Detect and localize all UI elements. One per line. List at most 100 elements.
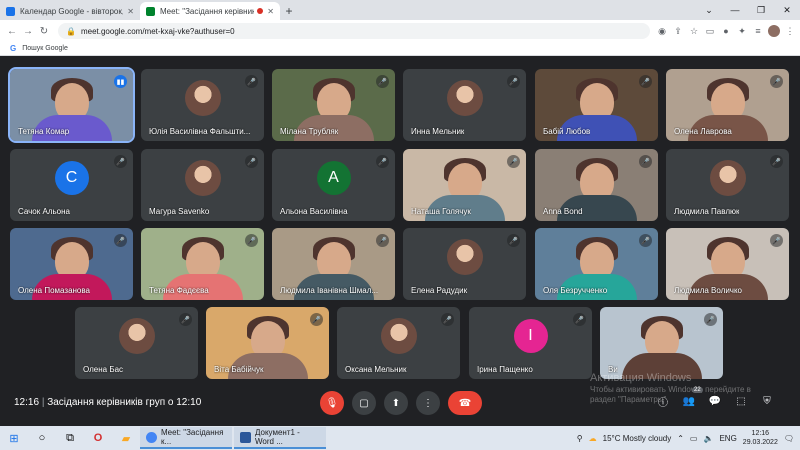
search-icon[interactable]: ○ [28, 426, 56, 450]
bookmark-google-search[interactable]: Пошук Google [22, 45, 68, 52]
participant-tile[interactable]: A 🎤 Альона Василівна [272, 149, 395, 221]
participant-tile[interactable]: ▮▮ Тетяна Комар [8, 67, 135, 143]
menu-icon[interactable]: ⋮ [784, 25, 796, 37]
participant-profile-photo [118, 317, 155, 354]
mic-muted-icon: 🎤 [639, 75, 652, 88]
zoom-icon[interactable]: ▭ [704, 25, 716, 37]
network-icon[interactable]: ▭ [690, 434, 698, 443]
speaking-indicator-icon: ▮▮ [114, 75, 127, 88]
mic-muted-icon: 🎤 [114, 234, 127, 247]
camera-toggle-button[interactable]: ▢ [352, 391, 376, 415]
mic-toggle-button[interactable]: 🎙 [320, 391, 344, 415]
google-icon: G [10, 44, 17, 53]
taskbar-app-label: Документ1 - Word ... [255, 428, 300, 446]
reload-icon[interactable]: ↻ [36, 26, 52, 37]
participant-tile[interactable]: C 🎤 Сачок Альона [10, 149, 133, 221]
mic-muted-icon: 🎤 [507, 234, 520, 247]
minimize-icon[interactable]: — [722, 0, 748, 20]
participant-name: Людмила Воличко [674, 286, 743, 295]
people-icon[interactable]: 👥 [682, 394, 696, 408]
participant-name: Мілана Трубляк [280, 127, 339, 136]
participant-name: Магура Savenko [149, 207, 210, 216]
participant-tile[interactable]: 🎤 Anna Bond [535, 149, 658, 221]
participant-tile[interactable]: I 🎤 Ірина Пащенко [469, 307, 592, 379]
recording-icon [257, 8, 264, 14]
clock[interactable]: 12:16 29.03.2022 [743, 429, 778, 447]
maximize-icon[interactable]: ❐ [748, 0, 774, 20]
puzzle-icon[interactable]: ✦ [736, 25, 748, 37]
reading-list-icon[interactable]: ≡ [752, 25, 764, 37]
participant-name: Віта Бабійчук [214, 365, 264, 374]
mic-muted-icon: 🎤 [376, 234, 389, 247]
taskbar-app-chrome[interactable]: Meet: "Засідання к... [140, 427, 232, 449]
chat-icon[interactable]: 💬 [708, 394, 722, 408]
participant-tile[interactable]: 🎤 Олена Помазанова [10, 228, 133, 300]
participant-name: Людмила Павлюк [674, 207, 740, 216]
forward-icon[interactable]: → [20, 26, 36, 37]
windows-taskbar: ⊞ ○ ⧉ O ▰ Meet: "Засідання к... Документ… [0, 426, 800, 450]
lock-icon[interactable]: 🔒 [66, 27, 76, 36]
mic-muted-icon: 🎤 [245, 234, 258, 247]
back-icon[interactable]: ← [4, 26, 20, 37]
share-icon[interactable]: ⇪ [672, 25, 684, 37]
show-hidden-icons-icon[interactable]: ⌃ [677, 434, 684, 443]
task-view-icon[interactable]: ⧉ [56, 426, 84, 450]
participant-tile[interactable]: 🎤 Оля Безручченко [535, 228, 658, 300]
participant-tile[interactable]: 🎤 Юлія Василівна Фальшти... [141, 69, 264, 141]
opera-icon[interactable]: O [84, 426, 112, 450]
participant-tile[interactable]: 🎤 Віта Бабійчук [206, 307, 329, 379]
camera-permission-icon[interactable]: ◉ [656, 25, 668, 37]
info-icon[interactable]: ⓘ [656, 394, 670, 409]
windows-start-icon[interactable]: ⊞ [0, 426, 28, 450]
host-controls-icon[interactable]: ⛨ [760, 394, 774, 408]
extension-icon[interactable]: ● [720, 25, 732, 37]
mic-muted-icon: 🎤 [376, 155, 389, 168]
participant-tile[interactable]: 🎤 Бабій Любов [535, 69, 658, 141]
participant-profile-photo [184, 159, 221, 196]
participant-tile[interactable]: 🎤 Людмила Воличко [666, 228, 789, 300]
present-button[interactable]: ⬆ [384, 391, 408, 415]
participant-initial-avatar: I [513, 318, 548, 353]
more-options-button[interactable]: ⋮ [416, 391, 440, 415]
close-window-icon[interactable]: ✕ [774, 0, 800, 20]
participant-tile[interactable]: 🎤 Олена Лаврова [666, 69, 789, 141]
close-icon[interactable]: ✕ [267, 7, 274, 16]
new-tab-button[interactable]: + [280, 2, 298, 20]
people-tray-icon[interactable]: ⚲ [577, 434, 583, 443]
volume-icon[interactable]: 🔈 [703, 434, 713, 443]
tab-calendar[interactable]: Календар Google - вівторок, 29 ✕ [0, 2, 140, 20]
file-explorer-icon[interactable]: ▰ [112, 426, 140, 450]
participant-tile[interactable]: 🎤 Олена Бас [75, 307, 198, 379]
tab-search-icon[interactable]: ⌄ [696, 0, 722, 20]
mic-muted-icon: 🎤 [114, 155, 127, 168]
call-controls: 🎙 ▢ ⬆ ⋮ ☎ [320, 391, 482, 415]
participant-tile[interactable]: 🎤 Людмила Іванівна Шмал... [272, 228, 395, 300]
participant-tile[interactable]: 🎤 Людмила Павлюк [666, 149, 789, 221]
participant-name: Оля Безручченко [543, 286, 608, 295]
participant-tile[interactable]: 🎤 Елена Радудик [403, 228, 526, 300]
language-indicator[interactable]: ENG [719, 434, 736, 443]
notifications-icon[interactable]: 🗨 [784, 434, 794, 443]
participant-tile[interactable]: 🎤 Инна Мельник [403, 69, 526, 141]
close-icon[interactable]: ✕ [127, 7, 134, 16]
taskbar-app-word[interactable]: Документ1 - Word ... [234, 427, 326, 449]
mic-muted-icon: 🎤 [770, 75, 783, 88]
profile-avatar[interactable] [768, 25, 780, 37]
participant-tile[interactable]: 🎤 Мілана Трубляк [272, 69, 395, 141]
participant-tile[interactable]: 🎤 Магура Savenko [141, 149, 264, 221]
participant-name: Олена Помазанова [18, 286, 90, 295]
participant-tile[interactable]: 🎤 Оксана Мельник [337, 307, 460, 379]
participant-tile[interactable]: 🎤 Ви [600, 307, 723, 379]
activities-icon[interactable]: ⬚ [734, 394, 748, 408]
side-controls: ⓘ 👥 💬 ⬚ ⛨ [656, 394, 774, 409]
tab-meet[interactable]: Meet: "Засідання керівнико ✕ [140, 2, 280, 20]
address-bar[interactable]: 🔒 meet.google.com/met-kxaj-vke?authuser=… [58, 23, 650, 39]
participant-initial-avatar: C [54, 160, 89, 195]
mic-muted-icon: 🎤 [441, 313, 454, 326]
weather-text[interactable]: 15°C Mostly cloudy [603, 434, 672, 443]
participant-tile[interactable]: 🎤 Наташа Голячук [403, 149, 526, 221]
mic-muted-icon: 🎤 [704, 313, 717, 326]
bookmark-star-icon[interactable]: ☆ [688, 25, 700, 37]
end-call-button[interactable]: ☎ [448, 391, 482, 415]
participant-tile[interactable]: 🎤 Тетяна Фадєєва [141, 228, 264, 300]
